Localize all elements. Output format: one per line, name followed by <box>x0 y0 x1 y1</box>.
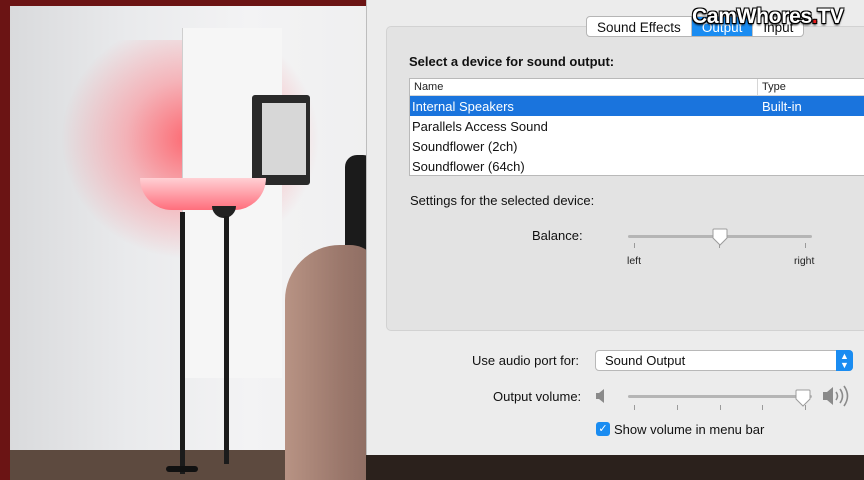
tab-sound-effects[interactable]: Sound Effects <box>587 17 692 36</box>
show-volume-checkbox[interactable]: ✓ <box>596 422 610 436</box>
shelf-inner <box>262 103 306 175</box>
table-row[interactable]: Soundflower (64ch) <box>410 156 864 175</box>
device-type: Built-in <box>762 98 802 114</box>
device-name: Soundflower (2ch) <box>412 138 518 154</box>
frame-left-edge <box>0 0 10 480</box>
floor-lamp-pole-2 <box>224 216 229 464</box>
device-settings-label: Settings for the selected device: <box>410 193 595 208</box>
balance-label: Balance: <box>532 228 583 243</box>
volume-tick <box>720 405 721 410</box>
output-tab-content-box <box>386 26 864 331</box>
show-volume-label[interactable]: Show volume in menu bar <box>614 422 764 437</box>
device-name: Internal Speakers <box>412 98 514 114</box>
balance-right-label: right <box>794 255 815 267</box>
table-header: Name Type <box>410 79 864 96</box>
output-volume-label: Output volume: <box>493 389 582 404</box>
floor-lamp-base <box>166 466 198 472</box>
balance-left-label: left <box>627 255 642 267</box>
volume-tick <box>762 405 763 410</box>
table-row[interactable]: Parallels Access Sound <box>410 116 864 136</box>
balance-tick <box>634 243 635 248</box>
volume-tick <box>677 405 678 410</box>
audio-port-select[interactable]: Sound Output ▲ ▼ <box>595 350 853 371</box>
device-list-heading: Select a device for sound output: <box>409 54 615 69</box>
checkmark-icon: ✓ <box>598 423 608 435</box>
watermark-tld: TV <box>817 5 844 28</box>
output-device-table: Name Type Internal Speakers Built-in Par… <box>409 78 864 176</box>
table-row[interactable]: Soundflower (2ch) <box>410 136 864 156</box>
volume-slider-track[interactable] <box>628 395 812 398</box>
speaker-high-icon[interactable] <box>822 385 854 407</box>
table-row[interactable]: Internal Speakers Built-in <box>410 96 864 116</box>
column-header-type[interactable]: Type <box>758 79 786 95</box>
lower-room-area <box>366 452 864 480</box>
column-header-name[interactable]: Name <box>410 79 758 95</box>
audio-port-value: Sound Output <box>605 353 686 368</box>
volume-slider-knob[interactable] <box>795 389 811 407</box>
floor-lamp-shade <box>140 178 266 210</box>
volume-tick <box>634 405 635 410</box>
watermark-main: CamWhores <box>692 5 812 28</box>
chevron-updown-icon: ▲ ▼ <box>836 350 853 371</box>
device-name: Parallels Access Sound <box>412 118 548 134</box>
audio-port-label: Use audio port for: <box>472 353 579 368</box>
device-name: Soundflower (64ch) <box>412 158 525 174</box>
floor-lamp-pole <box>180 212 185 474</box>
balance-tick <box>805 243 806 248</box>
speaker-low-icon[interactable] <box>595 388 609 404</box>
balance-slider-knob[interactable] <box>712 228 728 246</box>
watermark-logo: CamWhores.TV <box>692 5 844 29</box>
